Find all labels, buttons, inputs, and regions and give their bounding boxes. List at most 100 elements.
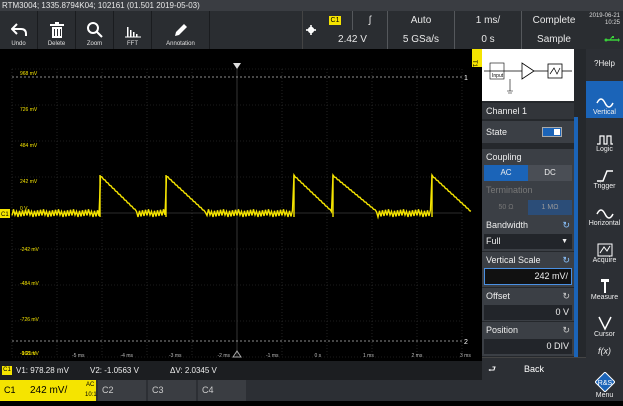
annotation-button[interactable]: Annotation [152,11,210,49]
menu-label: Menu [595,392,614,399]
x-tick-label: 3 ms [460,353,471,359]
cursor-readout-bar: C1 V1: 978.28 mV V2: -1.0563 V ΔV: 2.034… [0,361,482,380]
trigger-timebase-panel: C1 ʃ Auto 1 ms/ Complete 2.42 V 5 GSa/s … [318,11,586,49]
trigger-position-marker [233,63,241,69]
bandwidth-value: Full [486,236,501,246]
horizontal-position[interactable]: 0 s [454,30,521,49]
position-group[interactable]: Position ↻ 0 DIV [482,322,574,356]
reset-icon[interactable]: ↻ [562,291,570,302]
waveform-grid: 968 mV 726 mV 484 mV 242 mV 0 V -242 mV -484 m… [0,49,520,359]
measure-label: Measure [590,294,619,301]
y-tick-label: -1.21 V [20,351,37,357]
menu-button[interactable]: R&S Menu [586,365,623,401]
chevron-down-icon: ▼ [561,238,568,245]
zoom-label: Zoom [86,41,103,47]
y-tick-label: -242 mV [20,247,40,253]
coupling-ac-button[interactable]: AC [484,165,528,181]
readout-channel-badge: C1 [2,366,12,375]
trigger-button[interactable]: Trigger [586,155,623,192]
horizontal-label: Horizontal [588,220,621,227]
fft-button[interactable]: FFT [114,11,152,49]
channel-2-tab[interactable]: C2 [98,380,146,401]
channel-1-trace [11,172,472,220]
channel-settings-panel: Input Channel 1 State Coupling AC DC Ter… [482,49,586,380]
zoom-button[interactable]: Zoom [76,11,114,49]
channel-3-tab[interactable]: C3 [148,380,196,401]
window-title: RTM3004; 1335.8794K04; 102161 (01.501 20… [0,0,623,11]
cursor-button[interactable]: Cursor [586,303,623,340]
waveform-display[interactable]: 968 mV 726 mV 484 mV 242 mV 0 V -242 mV -484 m… [0,49,520,361]
trigger-slope[interactable]: ʃ [352,11,387,30]
acquire-icon [597,243,612,257]
x-tick-label: 1 ms [363,353,374,359]
position-input[interactable]: 0 DIV [484,339,572,354]
cursor-icon [597,316,612,331]
help-button[interactable]: ? Help [586,49,623,79]
trigger-label: Trigger [593,183,616,190]
sample-rate[interactable]: 5 GSa/s [387,30,454,49]
back-label: Back [524,364,545,374]
trigger-level[interactable]: 2.42 V [318,30,387,49]
acquisition-state[interactable]: Complete [521,11,586,30]
bandwidth-select[interactable]: Full ▼ [484,234,572,249]
trigger-edge-icon [596,170,613,182]
y-tick-label: 242 mV [20,179,38,185]
channel-1-probe: 10:1 [85,392,97,398]
reset-icon[interactable]: ↻ [562,220,570,231]
annotation-label: Annotation [166,41,195,47]
pen-icon [174,24,187,36]
toolbar: Undo Delete Zoom FFT Annotation [0,11,302,49]
y-tick-label: -484 mV [20,281,40,287]
fft-label: FFT [127,41,138,47]
trigger-source[interactable]: C1 [318,11,352,30]
delete-button[interactable]: Delete [38,11,76,49]
panel-scrollbar[interactable] [574,117,578,357]
y-tick-label: 0 V [20,206,28,212]
trigger-marker-label: T1 [471,60,477,68]
channel-title: Channel 1 [482,103,574,119]
bandwidth-group[interactable]: Bandwidth ↻ Full ▼ [482,217,574,251]
channel-bar: C1 242 mV/ AC 10:1 C2 C3 C4 [0,380,586,401]
coupling-label: Coupling [486,152,522,162]
termination-1m-button[interactable]: 1 MΩ [528,200,572,215]
math-button[interactable]: f(x) [586,341,623,363]
date-text: 2019-06-21 [589,13,620,19]
offset-input[interactable]: 0 V [484,305,572,320]
offset-label: Offset [486,291,510,301]
cursor-2-label: 2 [464,339,468,346]
vertical-scale-group[interactable]: Vertical Scale ↻ 242 mV/ [482,252,574,287]
channel-1-tab[interactable]: C1 242 mV/ AC 10:1 [0,380,97,401]
termination-50-button[interactable]: 50 Ω [484,200,528,215]
vertical-label: Vertical [593,109,616,116]
horizontal-wave-icon [595,209,614,219]
help-label: Help [598,58,615,68]
spectrum-icon [124,27,141,38]
logic-button[interactable]: Logic [586,118,623,155]
vertical-scale-label: Vertical Scale [486,255,541,265]
vertical-button[interactable]: Vertical [586,81,623,118]
trigger-mode[interactable]: Auto [387,11,454,30]
settings-button[interactable] [302,11,318,49]
horizontal-button[interactable]: Horizontal [586,192,623,229]
channel-4-tab[interactable]: C4 [198,380,246,401]
measure-button[interactable]: Measure [586,266,623,303]
acquisition-mode[interactable]: Sample [521,30,586,49]
offset-group[interactable]: Offset ↻ 0 V [482,288,574,321]
coupling-dc-button[interactable]: DC [528,165,572,181]
acquire-button[interactable]: Acquire [586,229,623,266]
back-button[interactable]: ⮐ Back [482,357,586,380]
reset-icon[interactable]: ↻ [562,255,570,266]
x-tick-label: -5 ms [72,353,85,359]
vertical-scale-input[interactable]: 242 mV/ [484,268,572,285]
reset-icon[interactable]: ↻ [562,325,570,336]
state-row[interactable]: State [482,121,574,143]
cursor-label: Cursor [593,331,615,338]
svg-text:R&S: R&S [597,380,612,387]
position-label: Position [486,325,519,335]
termination-label: Termination [486,185,533,195]
undo-button[interactable]: Undo [0,11,38,49]
timebase[interactable]: 1 ms/ [454,11,521,30]
state-toggle[interactable] [542,127,562,137]
cursor-delta-readout: ΔV: 2.0345 V [170,366,217,375]
undo-icon [10,23,27,36]
